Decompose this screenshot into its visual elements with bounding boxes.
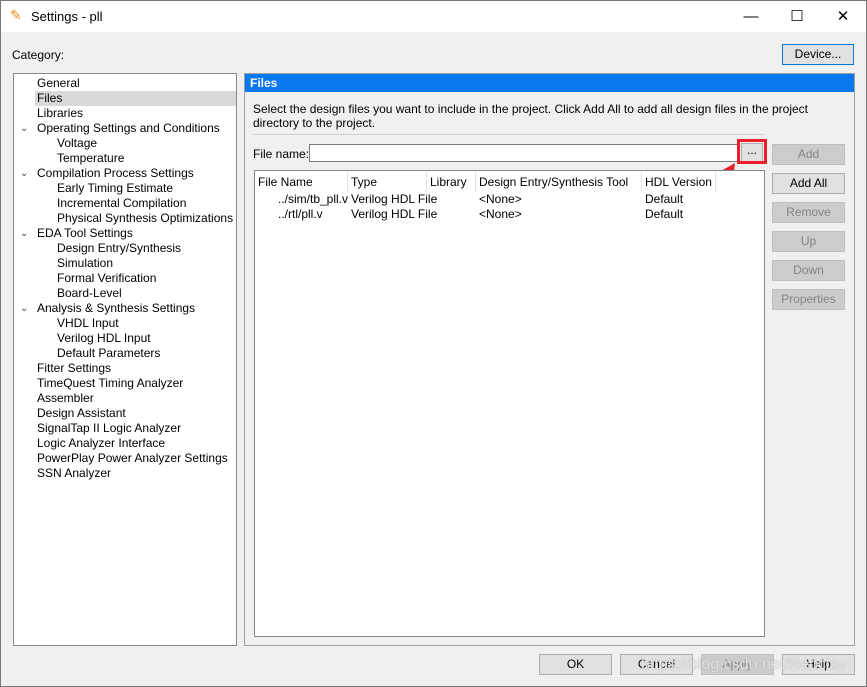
tree-item-label: Compilation Process Settings: [37, 166, 194, 180]
tree-item-label: Simulation: [57, 256, 114, 270]
tree-item-label: Incremental Compilation: [57, 196, 187, 210]
highlight-box: [737, 139, 767, 164]
tree-item[interactable]: SignalTap II Logic Analyzer: [37, 421, 181, 436]
tree-item-label: Design Assistant: [37, 406, 126, 420]
tree-item-label: Fitter Settings: [37, 361, 112, 375]
file-name-input[interactable]: [309, 144, 738, 162]
tree-item-label: VHDL Input: [57, 316, 119, 330]
tree-item[interactable]: Assembler: [37, 391, 94, 406]
tree-item[interactable]: Design Assistant: [37, 406, 126, 421]
tree-item-label: Formal Verification: [57, 271, 157, 285]
tree-item-label: Physical Synthesis Optimizations: [57, 211, 234, 225]
tree-item[interactable]: Formal Verification: [57, 271, 156, 286]
tree-item-label: Board-Level: [57, 286, 122, 300]
chevron-down-icon[interactable]: ⌄: [20, 226, 28, 241]
tree-item-label: Verilog HDL Input: [57, 331, 151, 345]
file-name-label: File name:: [253, 147, 310, 161]
tree-item[interactable]: Board-Level: [57, 286, 122, 301]
tree-item[interactable]: Early Timing Estimate: [57, 181, 173, 196]
tree-item[interactable]: SSN Analyzer: [37, 466, 111, 481]
tree-item[interactable]: General: [37, 76, 80, 91]
tree-item[interactable]: PowerPlay Power Analyzer Settings: [37, 451, 228, 466]
tree-item-label: General: [37, 76, 80, 90]
tree-item[interactable]: Incremental Compilation: [57, 196, 186, 211]
tree-item[interactable]: Voltage: [57, 136, 97, 151]
close-button[interactable]: ✕: [820, 1, 866, 32]
table-cell[interactable]: Default: [642, 207, 683, 222]
tree-item[interactable]: Simulation: [57, 256, 113, 271]
tree-item-label: Default Parameters: [57, 346, 161, 360]
tree-item-label: PowerPlay Power Analyzer Settings: [37, 451, 228, 465]
tree-item[interactable]: Physical Synthesis Optimizations: [57, 211, 233, 226]
tree-item[interactable]: Libraries: [37, 106, 83, 121]
tree-item[interactable]: ⌄ Operating Settings and Conditions: [20, 121, 220, 136]
tree-item[interactable]: Logic Analyzer Interface: [37, 436, 165, 451]
files-table[interactable]: File Name Type Library Design Entry/Synthes…: [254, 170, 765, 637]
tree-item-label: Files: [37, 91, 63, 105]
remove-button[interactable]: Remove: [772, 202, 845, 223]
column-header[interactable]: Library: [427, 172, 476, 192]
tree-item[interactable]: Design Entry/Synthesis: [57, 241, 181, 256]
ok-button[interactable]: OK: [539, 654, 612, 675]
category-label: Category:: [12, 48, 65, 62]
table-cell[interactable]: [427, 207, 430, 222]
tree-item[interactable]: Files: [35, 91, 236, 106]
watermark: https://blog.csdn.net/Reoclay: [641, 656, 847, 673]
tree-item-label: SignalTap II Logic Analyzer: [37, 421, 182, 435]
tree-item-label: TimeQuest Timing Analyzer: [37, 376, 184, 390]
chevron-down-icon[interactable]: ⌄: [20, 301, 28, 316]
table-cell[interactable]: [427, 192, 430, 207]
table-cell[interactable]: ../rtl/pll.v: [275, 207, 323, 222]
tree-item-label: EDA Tool Settings: [37, 226, 133, 240]
down-button[interactable]: Down: [772, 260, 845, 281]
files-description: Select the design files you want to incl…: [253, 102, 808, 130]
add-all-button[interactable]: Add All: [772, 173, 845, 194]
tree-item[interactable]: VHDL Input: [57, 316, 119, 331]
tree-item[interactable]: ⌄ EDA Tool Settings: [20, 226, 133, 241]
tree-item-label: Logic Analyzer Interface: [37, 436, 166, 450]
tree-item[interactable]: TimeQuest Timing Analyzer: [37, 376, 183, 391]
tree-item[interactable]: ⌄ Compilation Process Settings: [20, 166, 194, 181]
table-cell[interactable]: Verilog HDL File: [348, 207, 437, 222]
tree-item[interactable]: Default Parameters: [57, 346, 160, 361]
tree-item-label: SSN Analyzer: [37, 466, 112, 480]
tree-item[interactable]: ⌄ Analysis & Synthesis Settings: [20, 301, 196, 316]
add-button[interactable]: Add: [772, 144, 845, 165]
table-cell[interactable]: ../sim/tb_pll.v: [275, 192, 348, 207]
tree-item-label: Operating Settings and Conditions: [37, 121, 220, 135]
minimize-button[interactable]: —: [728, 1, 774, 32]
tree-item-label: Design Entry/Synthesis: [57, 241, 182, 255]
window-title: Settings - pll: [31, 9, 103, 24]
column-header[interactable]: Type: [348, 172, 427, 192]
table-cell[interactable]: <None>: [476, 207, 522, 222]
table-cell[interactable]: <None>: [476, 192, 522, 207]
column-header[interactable]: HDL Version: [642, 172, 716, 192]
tree-item-label: Voltage: [57, 136, 98, 150]
tree-item-label: Temperature: [57, 151, 125, 165]
tree-item[interactable]: Temperature: [57, 151, 124, 166]
title-bar: ✎ Settings - pll — ☐ ✕: [1, 1, 866, 32]
column-header[interactable]: Design Entry/Synthesis Tool: [476, 172, 642, 192]
column-header[interactable]: File Name: [255, 172, 348, 192]
properties-button[interactable]: Properties: [772, 289, 845, 310]
tree-item-label: Assembler: [37, 391, 94, 405]
category-tree[interactable]: General Files Libraries ⌄ Operating Settings…: [13, 73, 237, 646]
table-cell[interactable]: Verilog HDL File: [348, 192, 437, 207]
maximize-button[interactable]: ☐: [774, 1, 820, 32]
tree-item-label: Early Timing Estimate: [57, 181, 174, 195]
files-header: Files: [245, 74, 854, 92]
device-button[interactable]: Device...: [782, 44, 854, 65]
settings-pencil-icon: ✎: [10, 7, 22, 23]
table-cell[interactable]: Default: [642, 192, 683, 207]
tree-item[interactable]: Verilog HDL Input: [57, 331, 151, 346]
tree-item-label: Libraries: [37, 106, 84, 120]
tree-item[interactable]: Fitter Settings: [37, 361, 111, 376]
chevron-down-icon[interactable]: ⌄: [20, 121, 28, 136]
tree-item-label: Analysis & Synthesis Settings: [37, 301, 196, 315]
up-button[interactable]: Up: [772, 231, 845, 252]
chevron-down-icon[interactable]: ⌄: [20, 166, 28, 181]
